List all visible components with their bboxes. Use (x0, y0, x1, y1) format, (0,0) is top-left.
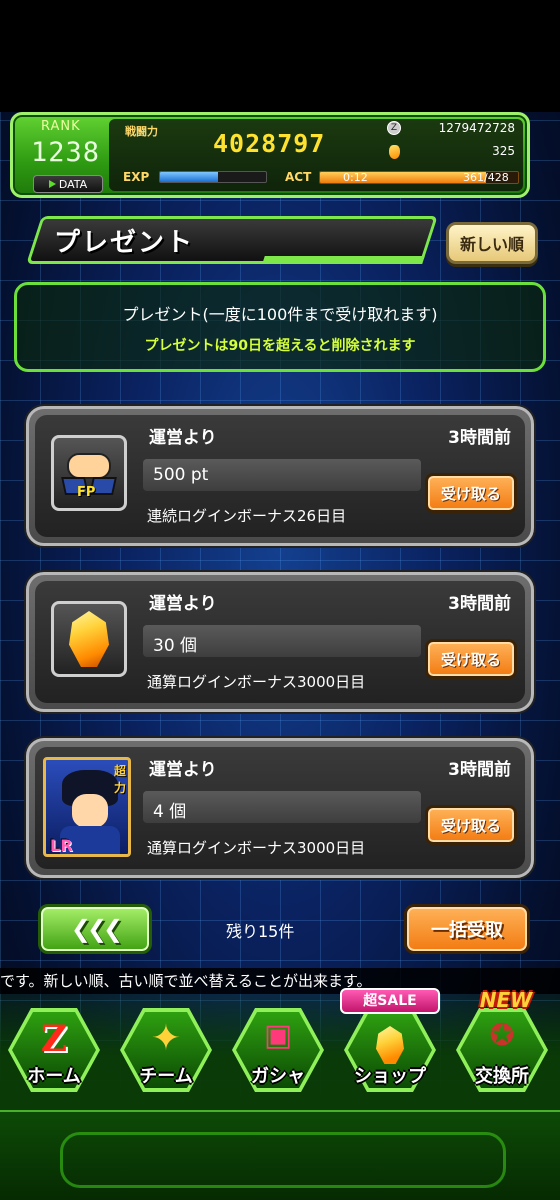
handshake-icon: FP (61, 445, 117, 501)
nav-team[interactable]: ✦ チーム (114, 1004, 218, 1104)
player-status-panel: RANK 1238 DATA 戦闘力 4028797 Z 1279472728 … (10, 112, 530, 198)
present-time: 3時間前 (448, 594, 511, 614)
present-reason: 通算ログインボーナス3000日目 (147, 839, 366, 857)
exchange-icon: ✪ (489, 1018, 515, 1053)
dragon-stone-icon (389, 145, 400, 159)
team-icon: ✦ (150, 1018, 182, 1059)
system-top-bar (0, 0, 560, 112)
friend-points-icon: FP (51, 435, 127, 511)
dragon-stone-thumb (51, 601, 127, 677)
notice-expiry-text: プレゼントは90日を超えると削除されます (144, 338, 416, 354)
power-label: 戦闘力 (125, 125, 158, 138)
bottom-decoration (0, 1110, 560, 1200)
dragon-stone-count: 325 (492, 144, 515, 158)
present-item: 超力 LR 運営より 3時間前 4 個 通算ログインボーナス3000日目 受け取… (26, 738, 534, 878)
nav-shop-label: ショップ (354, 1066, 426, 1087)
dragon-stone-icon (69, 611, 109, 667)
nav-team-label: チーム (139, 1066, 193, 1087)
present-amount-bar: 4 個 (143, 791, 421, 823)
present-sender: 運営より (149, 428, 217, 448)
nav-home[interactable]: Z ホーム (2, 1004, 106, 1104)
sale-badge: 超SALE (340, 988, 440, 1014)
type-badge: 超力 (114, 764, 127, 795)
present-item: 運営より 3時間前 30 個 通算ログインボーナス3000日目 受け取る (26, 572, 534, 712)
present-time: 3時間前 (448, 428, 511, 448)
act-label: ACT (285, 170, 312, 184)
nav-shop[interactable]: ショップ (338, 1004, 442, 1104)
rank-value: 1238 (31, 137, 101, 168)
present-amount: 30 個 (153, 636, 198, 656)
present-amount: 4 個 (153, 802, 187, 822)
claim-button[interactable]: 受け取る (425, 805, 517, 845)
ticker-text: です。新しい順、古い順で並べ替えることが出来ます。 (0, 972, 372, 990)
nav-gacha[interactable]: ▣ ガシャ (226, 1004, 330, 1104)
claim-all-button[interactable]: 一括受取 (404, 904, 530, 954)
character-card-icon: 超力 LR (43, 757, 131, 857)
present-amount-bar: 500 pt (143, 459, 421, 491)
fp-label: FP (77, 485, 96, 500)
nav-home-label: ホーム (27, 1066, 81, 1087)
nav-exchange-label: 交換所 (475, 1066, 529, 1087)
present-notice: プレゼント(一度に100件まで受け取れます) プレゼントは90日を超えると削除さ… (14, 282, 546, 372)
exp-bar-fill (160, 172, 219, 182)
claim-button[interactable]: 受け取る (425, 639, 517, 679)
page-title: プレゼント (54, 228, 195, 258)
zeni-icon: Z (387, 121, 401, 135)
present-item: FP 運営より 3時間前 500 pt 連続ログインボーナス26日目 受け取る (26, 406, 534, 546)
exp-label: EXP (123, 170, 150, 184)
nav-exchange[interactable]: ✪ 交換所 (450, 1004, 554, 1104)
gacha-icon: ▣ (263, 1018, 293, 1053)
play-triangle-icon (48, 180, 56, 188)
exp-bar (159, 171, 267, 183)
power-value: 4028797 (213, 129, 326, 158)
prev-page-button[interactable]: ❮❮❮ (38, 904, 152, 954)
claim-button[interactable]: 受け取る (425, 473, 517, 513)
present-sender: 運営より (149, 594, 217, 614)
act-timer: 0:12 (343, 171, 368, 184)
zeni-value: 1279472728 (438, 121, 515, 135)
present-amount-bar: 30 個 (143, 625, 421, 657)
z-logo-icon: Z (40, 1018, 68, 1060)
present-time: 3時間前 (448, 760, 511, 780)
sort-newest-button[interactable]: 新しい順 (446, 222, 538, 264)
notice-limit-text: プレゼント(一度に100件まで受け取れます) (122, 305, 438, 324)
remaining-count: 残り15件 (226, 922, 295, 941)
rank-label: RANK (41, 119, 81, 134)
present-sender: 運営より (149, 760, 217, 780)
data-button-label: DATA (58, 177, 88, 191)
nav-gacha-label: ガシャ (251, 1066, 305, 1087)
new-badge: NEW (479, 988, 533, 1012)
rarity-badge: LR (50, 836, 73, 855)
act-count: 361/428 (463, 171, 509, 184)
present-reason: 通算ログインボーナス3000日目 (147, 673, 366, 691)
present-reason: 連続ログインボーナス26日目 (147, 507, 347, 525)
character-face (72, 794, 108, 828)
data-button[interactable]: DATA (33, 175, 103, 193)
present-amount: 500 pt (153, 465, 209, 485)
